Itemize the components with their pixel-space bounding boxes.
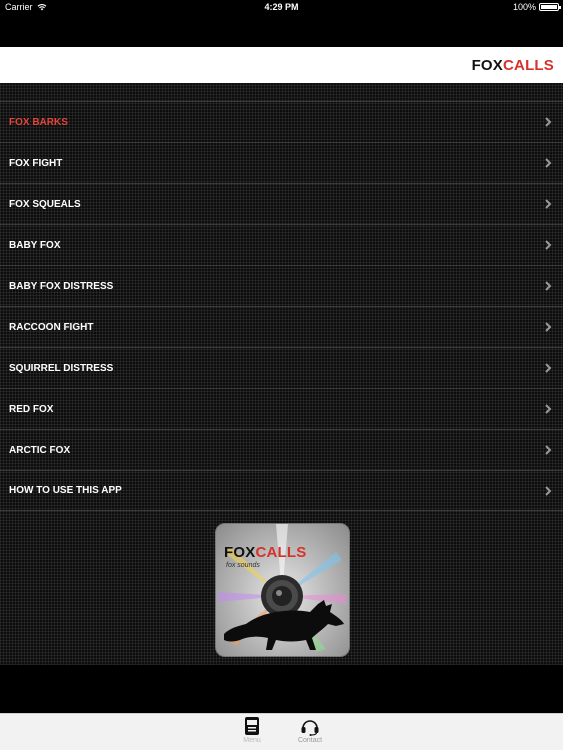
chevron-right-icon [545,199,552,209]
battery-icon [539,3,561,11]
menu-item-fox-fight[interactable]: FOX FIGHT [0,142,563,183]
menu-item-red-fox[interactable]: RED FOX [0,388,563,429]
menu-item-how-to-use[interactable]: HOW TO USE THIS APP [0,470,563,511]
chevron-right-icon [545,240,552,250]
menu-item-label: BABY FOX DISTRESS [9,280,114,292]
menu-item-baby-fox[interactable]: BABY FOX [0,224,563,265]
tab-bar: Menu Contact [0,713,563,750]
app-icon-title: FOXCALLS [224,544,306,561]
menu-item-raccoon-fight[interactable]: RACCOON FIGHT [0,306,563,347]
tab-contact-label: Contact [297,737,323,744]
menu-item-label: FOX SQUEALS [9,198,81,210]
menu-item-arctic-fox[interactable]: ARCTIC FOX [0,429,563,470]
menu-item-squirrel-distress[interactable]: SQUIRREL DISTRESS [0,347,563,388]
chevron-right-icon [545,158,552,168]
tab-menu-label: Menu [243,737,261,744]
menu-list: FOX BARKS FOX FIGHT FOX SQUEALS BABY FOX… [0,101,563,511]
headset-icon [301,720,319,736]
menu-item-label: SQUIRREL DISTRESS [9,362,114,374]
menu-item-label: RED FOX [9,403,54,415]
battery-percent: 100% [512,2,536,12]
brand-title: FOXCALLS [472,57,554,74]
brand-title-fox: FOX [471,56,503,74]
menu-item-baby-fox-distress[interactable]: BABY FOX DISTRESS [0,265,563,306]
chevron-right-icon [545,485,552,496]
menu-item-fox-barks[interactable]: FOX BARKS [0,101,563,142]
tab-contact[interactable]: Contact [280,716,340,744]
app-icon-title-fox: FOX [224,544,256,561]
chevron-right-icon [545,281,552,291]
app-icon-subtitle: fox sounds [226,562,260,569]
app-icon-image: FOXCALLS fox sounds [215,523,350,657]
content-area: FOX BARKS FOX FIGHT FOX SQUEALS BABY FOX… [0,83,563,665]
status-time: 4:29 PM [264,2,299,12]
chevron-right-icon [545,322,552,332]
battery-status: 100% [512,2,561,12]
chevron-right-icon [545,117,552,127]
chevron-right-icon [545,445,552,455]
status-bar: Carrier 4:29 PM 100% [0,0,563,16]
chevron-right-icon [545,363,552,373]
chevron-right-icon [545,404,552,414]
ad-area [0,665,563,713]
menu-item-label: HOW TO USE THIS APP [9,485,122,496]
brand-title-calls: CALLS [503,56,554,74]
tab-menu[interactable]: Menu [222,716,282,744]
header-bar: FOXCALLS [0,47,563,83]
menu-tab-icon [245,717,259,735]
app-icon-title-calls: CALLS [255,544,307,561]
menu-item-label: RACCOON FIGHT [9,321,94,333]
menu-item-label: FOX FIGHT [9,157,63,169]
menu-item-label: BABY FOX [9,239,61,251]
menu-item-label: FOX BARKS [9,116,68,128]
menu-item-fox-squeals[interactable]: FOX SQUEALS [0,183,563,224]
menu-item-label: ARCTIC FOX [9,444,71,456]
